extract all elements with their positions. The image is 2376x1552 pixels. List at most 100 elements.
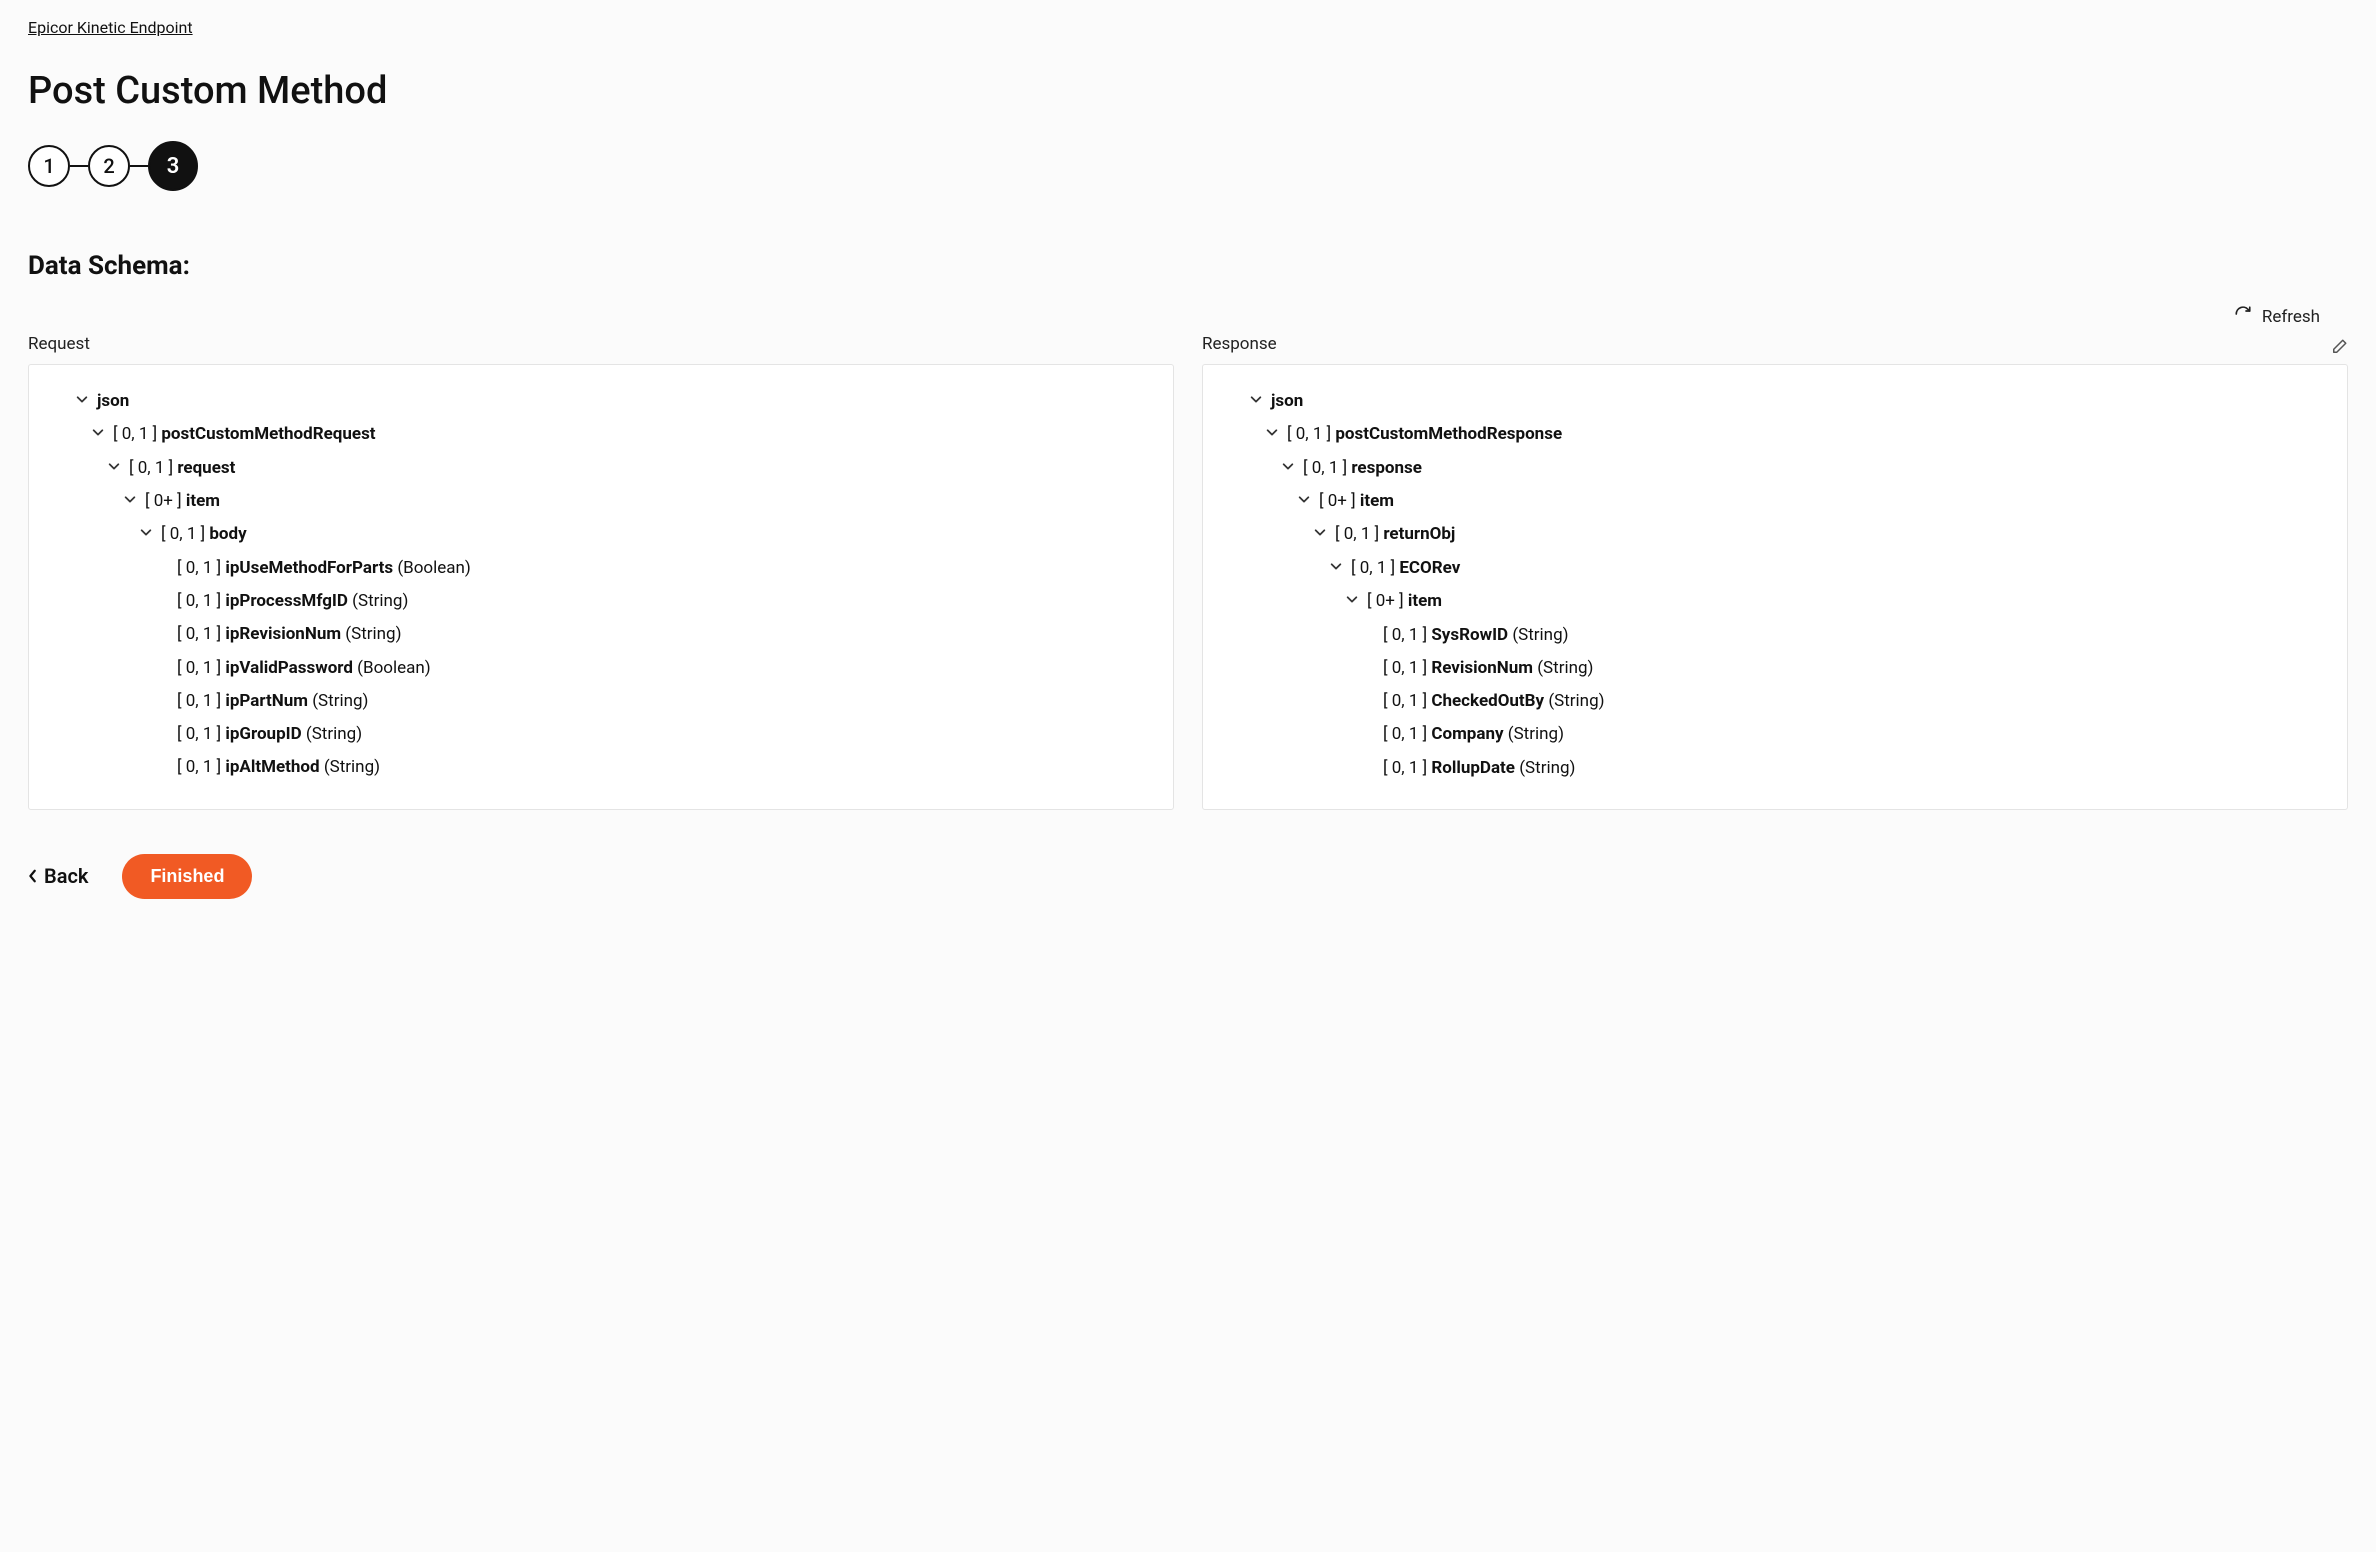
- node-name: json: [97, 391, 129, 411]
- cardinality: [ 0, 1 ]: [129, 458, 177, 478]
- pencil-icon: [2330, 338, 2348, 356]
- chevron-down-icon[interactable]: [1297, 491, 1313, 512]
- step-2[interactable]: 2: [88, 145, 130, 187]
- cardinality: [ 0+ ]: [1319, 491, 1360, 511]
- chevron-left-icon: [28, 869, 38, 883]
- node-name: request: [177, 458, 235, 478]
- cardinality: [ 0, 1 ]: [177, 724, 225, 744]
- refresh-icon: [2234, 305, 2252, 328]
- cardinality: [ 0, 1 ]: [1335, 525, 1383, 545]
- node-name: ipGroupID: [225, 724, 301, 744]
- tree-node[interactable]: [ 0, 1 ] postCustomMethodRequest: [47, 418, 1155, 451]
- tree-node: [ 0, 1 ] Company (String): [1221, 718, 2329, 751]
- back-button[interactable]: Back: [28, 864, 88, 888]
- node-name: ipProcessMfgID: [225, 591, 348, 611]
- request-panel: json[ 0, 1 ] postCustomMethodRequest[ 0,…: [28, 364, 1174, 810]
- cardinality: [ 0, 1 ]: [177, 691, 225, 711]
- section-title: Data Schema:: [28, 251, 2348, 281]
- cardinality: [ 0, 1 ]: [1287, 424, 1335, 444]
- node-name: ipUseMethodForParts: [225, 558, 393, 578]
- cardinality: [ 0, 1 ]: [1351, 558, 1399, 578]
- tree-node: [ 0, 1 ] ipGroupID (String): [47, 718, 1155, 751]
- page-title: Post Custom Method: [28, 69, 2348, 113]
- node-type: (String): [324, 757, 380, 777]
- node-name: SysRowID: [1431, 625, 1508, 645]
- chevron-down-icon[interactable]: [75, 391, 91, 412]
- tree-node[interactable]: json: [1221, 385, 2329, 418]
- node-name: body: [209, 525, 246, 545]
- chevron-down-icon[interactable]: [1281, 458, 1297, 479]
- node-name: json: [1271, 391, 1303, 411]
- node-name: ipAltMethod: [225, 757, 319, 777]
- response-panel: json[ 0, 1 ] postCustomMethodResponse[ 0…: [1202, 364, 2348, 810]
- step-1[interactable]: 1: [28, 145, 70, 187]
- cardinality: [ 0, 1 ]: [177, 624, 225, 644]
- chevron-down-icon[interactable]: [123, 491, 139, 512]
- node-name: ipValidPassword: [225, 658, 353, 678]
- node-name: ECORev: [1399, 558, 1460, 578]
- node-type: (String): [1519, 758, 1575, 778]
- chevron-down-icon[interactable]: [1345, 591, 1361, 612]
- node-type: (String): [1508, 724, 1564, 744]
- node-name: postCustomMethodResponse: [1335, 424, 1562, 444]
- node-name: Company: [1431, 724, 1503, 744]
- node-name: response: [1351, 458, 1422, 478]
- chevron-down-icon[interactable]: [1313, 524, 1329, 545]
- cardinality: [ 0, 1 ]: [177, 558, 225, 578]
- node-name: returnObj: [1383, 525, 1455, 545]
- tree-node: [ 0, 1 ] SysRowID (String): [1221, 619, 2329, 652]
- tree-node[interactable]: [ 0, 1 ] returnObj: [1221, 518, 2329, 551]
- node-name: CheckedOutBy: [1431, 691, 1544, 711]
- tree-node: [ 0, 1 ] ipPartNum (String): [47, 685, 1155, 718]
- cardinality: [ 0, 1 ]: [113, 424, 161, 444]
- chevron-down-icon[interactable]: [91, 424, 107, 445]
- tree-node: [ 0, 1 ] RollupDate (String): [1221, 752, 2329, 785]
- tree-node[interactable]: [ 0, 1 ] body: [47, 518, 1155, 551]
- tree-node[interactable]: [ 0, 1 ] ECORev: [1221, 552, 2329, 585]
- tree-node[interactable]: [ 0+ ] item: [1221, 485, 2329, 518]
- tree-node[interactable]: [ 0, 1 ] request: [47, 452, 1155, 485]
- chevron-down-icon[interactable]: [1329, 558, 1345, 579]
- tree-node[interactable]: [ 0, 1 ] postCustomMethodResponse: [1221, 418, 2329, 451]
- cardinality: [ 0, 1 ]: [161, 525, 209, 545]
- node-type: (String): [1548, 691, 1604, 711]
- finished-button[interactable]: Finished: [122, 854, 252, 899]
- tree-node: [ 0, 1 ] CheckedOutBy (String): [1221, 685, 2329, 718]
- chevron-down-icon[interactable]: [139, 524, 155, 545]
- cardinality: [ 0, 1 ]: [1303, 458, 1351, 478]
- node-type: (String): [312, 691, 368, 711]
- step-connector: [70, 165, 88, 167]
- tree-node[interactable]: [ 0, 1 ] response: [1221, 452, 2329, 485]
- node-type: (String): [352, 591, 408, 611]
- chevron-down-icon[interactable]: [1249, 391, 1265, 412]
- chevron-down-icon[interactable]: [107, 458, 123, 479]
- node-type: (String): [1512, 625, 1568, 645]
- cardinality: [ 0+ ]: [145, 491, 186, 511]
- request-label: Request: [28, 334, 1174, 354]
- tree-node[interactable]: json: [47, 385, 1155, 418]
- tree-node: [ 0, 1 ] ipAltMethod (String): [47, 751, 1155, 784]
- tree-node[interactable]: [ 0+ ] item: [47, 485, 1155, 518]
- step-3[interactable]: 3: [148, 141, 198, 191]
- node-name: RollupDate: [1431, 758, 1515, 778]
- breadcrumb-link[interactable]: Epicor Kinetic Endpoint: [28, 18, 193, 37]
- tree-node: [ 0, 1 ] ipProcessMfgID (String): [47, 585, 1155, 618]
- tree-node[interactable]: [ 0+ ] item: [1221, 585, 2329, 618]
- cardinality: [ 0, 1 ]: [177, 658, 225, 678]
- tree-node: [ 0, 1 ] ipUseMethodForParts (Boolean): [47, 552, 1155, 585]
- cardinality: [ 0, 1 ]: [177, 591, 225, 611]
- edit-response-button[interactable]: [2330, 338, 2348, 360]
- node-type: (String): [1537, 658, 1593, 678]
- node-name: RevisionNum: [1431, 658, 1533, 678]
- node-name: item: [1408, 591, 1442, 611]
- step-connector: [130, 165, 148, 167]
- node-type: (String): [306, 724, 362, 744]
- response-label: Response: [1202, 334, 1277, 354]
- tree-node: [ 0, 1 ] ipRevisionNum (String): [47, 618, 1155, 651]
- cardinality: [ 0+ ]: [1367, 591, 1408, 611]
- cardinality: [ 0, 1 ]: [1383, 691, 1431, 711]
- cardinality: [ 0, 1 ]: [1383, 625, 1431, 645]
- cardinality: [ 0, 1 ]: [1383, 758, 1431, 778]
- chevron-down-icon[interactable]: [1265, 424, 1281, 445]
- refresh-button[interactable]: Refresh: [2234, 305, 2320, 328]
